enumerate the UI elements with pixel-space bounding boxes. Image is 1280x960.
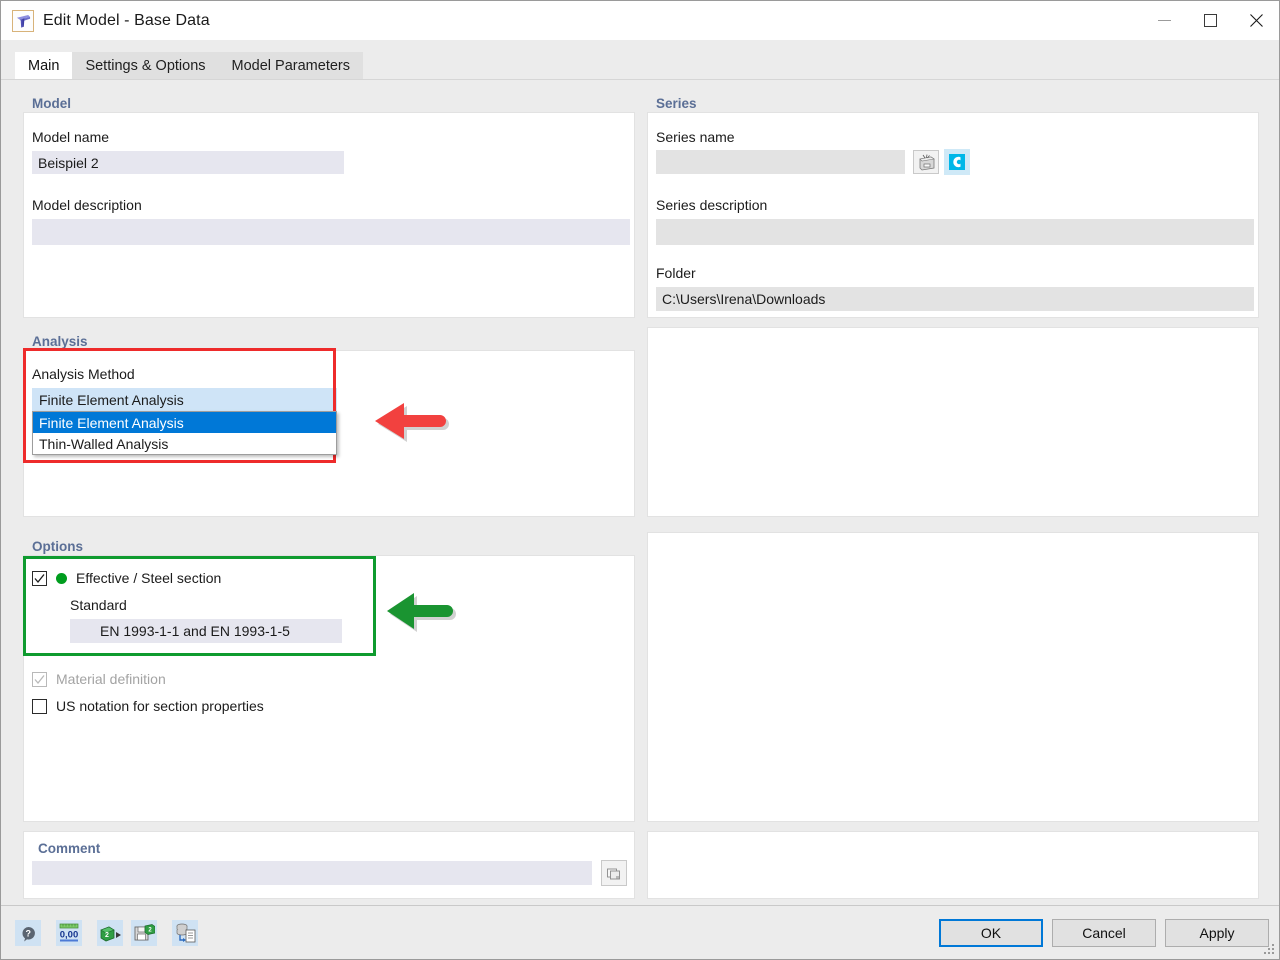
cyan-c-icon[interactable]	[944, 149, 970, 175]
series-folder-value: C:\Users\Irena\Downloads	[656, 287, 1254, 311]
analysis-method-combo[interactable]: Finite Element Analysis	[32, 388, 337, 411]
units-icon[interactable]: 0,00	[56, 920, 82, 946]
red-arrow-annotation	[369, 395, 449, 447]
windows-copy-icon[interactable]	[601, 860, 627, 886]
tee-section-icon	[12, 10, 34, 32]
effective-steel-section-label: Effective / Steel section	[76, 570, 221, 586]
model-description-label: Model description	[32, 197, 142, 213]
analysis-group: Analysis Analysis Method Finite Element …	[23, 327, 635, 517]
material-definition-row: Material definition	[32, 671, 166, 687]
series-group-title: Series	[647, 89, 697, 111]
title-bar: Edit Model - Base Data	[1, 1, 1279, 40]
maximize-icon[interactable]	[1187, 1, 1233, 40]
model-description-input[interactable]	[32, 219, 630, 245]
resize-grip-icon[interactable]	[1264, 944, 1276, 956]
analysis-right-panel	[647, 327, 1259, 517]
dropdown-option-thin-walled-analysis[interactable]: Thin-Walled Analysis	[33, 433, 336, 454]
series-folder-label: Folder	[656, 265, 696, 281]
window-controls	[1141, 1, 1279, 40]
status-dot-icon	[56, 573, 67, 584]
model-panel: Model name Beispiel 2 Model description	[23, 112, 635, 318]
analysis-method-dropdown[interactable]: Finite Element Analysis Thin-Walled Anal…	[32, 411, 337, 455]
close-icon[interactable]	[1233, 1, 1279, 40]
comment-group-title: Comment	[29, 834, 100, 856]
series-panel: Series name Series descri	[647, 112, 1259, 318]
model-group: Model Model name Beispiel 2 Model descri…	[23, 89, 635, 318]
help-icon[interactable]: ?	[15, 920, 41, 946]
analysis-method-label: Analysis Method	[32, 366, 135, 382]
us-notation-checkbox[interactable]	[32, 699, 47, 714]
dropdown-option-finite-element-analysis[interactable]: Finite Element Analysis	[33, 412, 336, 433]
series-name-combo[interactable]	[656, 150, 905, 174]
tab-strip: Main Settings & Options Model Parameters	[1, 40, 1279, 80]
svg-text:2: 2	[105, 932, 109, 939]
options-right-panel	[647, 532, 1259, 822]
model-group-title: Model	[23, 89, 71, 111]
minimize-icon[interactable]	[1141, 1, 1187, 40]
comment-group: Comment	[23, 831, 635, 899]
dialog-footer: ? 0,00 2	[1, 905, 1279, 959]
edit-model-dialog: Edit Model - Base Data Main Settings & O…	[0, 0, 1280, 960]
svg-text:0,00: 0,00	[60, 930, 79, 941]
material-definition-checkbox	[32, 672, 47, 687]
cancel-button[interactable]: Cancel	[1052, 919, 1156, 947]
card-index-icon[interactable]	[913, 150, 939, 174]
effective-steel-section-row[interactable]: Effective / Steel section	[32, 570, 221, 586]
standard-label: Standard	[70, 597, 127, 613]
material-definition-label: Material definition	[56, 671, 166, 687]
us-notation-label: US notation for section properties	[56, 698, 264, 714]
model-name-label: Model name	[32, 129, 109, 145]
tab-main[interactable]: Main	[15, 52, 72, 79]
series-name-label: Series name	[656, 129, 735, 145]
comment-panel: Comment	[23, 831, 635, 899]
tab-model-parameters[interactable]: Model Parameters	[219, 52, 363, 79]
analysis-group-title: Analysis	[23, 327, 88, 349]
effective-steel-section-checkbox[interactable]	[32, 571, 47, 586]
series-description-label: Series description	[656, 197, 767, 213]
save-defaults-icon[interactable]: 2	[131, 920, 157, 946]
apply-button[interactable]: Apply	[1165, 919, 1269, 947]
database-icon[interactable]	[172, 920, 198, 946]
options-panel: Effective / Steel section Standard EN 19…	[23, 555, 635, 822]
standard-combo[interactable]: EN 1993-1-1 and EN 1993-1-5	[70, 619, 342, 643]
options-group: Options Effective / Steel section Standa…	[23, 532, 635, 822]
ok-button[interactable]: OK	[939, 919, 1043, 947]
model-name-input[interactable]: Beispiel 2	[32, 151, 344, 174]
import-icon[interactable]: 2	[97, 920, 123, 946]
comment-right-panel	[647, 831, 1259, 899]
tab-settings-options[interactable]: Settings & Options	[72, 52, 218, 79]
comment-combo[interactable]	[32, 861, 592, 885]
dialog-body: Model Model name Beispiel 2 Model descri…	[1, 80, 1279, 905]
us-notation-row[interactable]: US notation for section properties	[32, 698, 264, 714]
window-title: Edit Model - Base Data	[43, 12, 210, 30]
svg-text:?: ?	[25, 928, 31, 938]
series-description-input[interactable]	[656, 219, 1254, 245]
analysis-panel: Analysis Method Finite Element Analysis …	[23, 350, 635, 517]
green-arrow-annotation	[381, 586, 457, 636]
options-group-title: Options	[23, 532, 83, 554]
series-group: Series Series name	[647, 89, 1259, 318]
